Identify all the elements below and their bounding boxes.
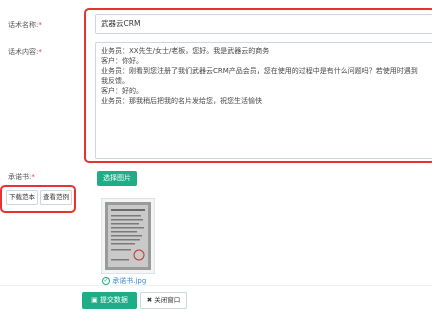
check-circle-icon: ✓ <box>102 277 110 285</box>
download-template-button[interactable]: 下载范本 <box>6 190 38 205</box>
uploaded-image-thumbnail[interactable] <box>101 198 155 274</box>
name-field-label: 话术名称:* <box>8 21 42 29</box>
required-mark: * <box>38 48 42 56</box>
save-icon: ▣ <box>91 296 100 304</box>
required-mark: * <box>31 173 35 181</box>
submit-button[interactable]: ▣ 提交数据 <box>82 292 137 309</box>
footer-divider <box>0 285 432 286</box>
highlight-box-fields <box>84 8 432 163</box>
select-image-button[interactable]: 选择图片 <box>97 171 137 186</box>
content-field-label: 话术内容:* <box>8 48 42 56</box>
approval-field-label: 承诺书:* <box>8 173 35 181</box>
required-mark: * <box>38 21 42 29</box>
close-window-button[interactable]: ✖ 关闭窗口 <box>140 292 187 309</box>
file-name: 承诺书.jpg <box>112 277 147 285</box>
document-scan-image <box>105 202 151 270</box>
view-example-button[interactable]: 查看范例 <box>40 190 72 205</box>
